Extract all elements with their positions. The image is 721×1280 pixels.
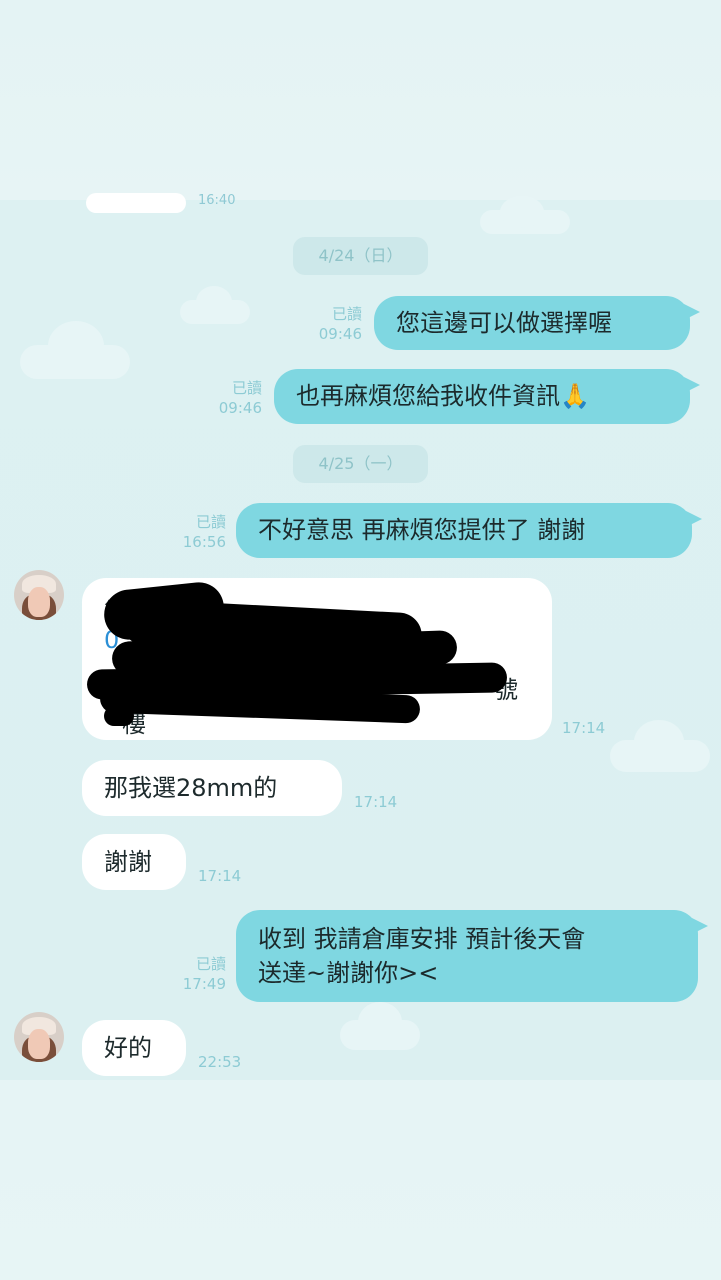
read-receipt: 已讀: [231, 379, 262, 397]
partial-message-bubble[interactable]: [86, 193, 186, 213]
background-cloud: [20, 321, 130, 379]
incoming-message[interactable]: 謝謝: [82, 834, 186, 890]
message-time: 17:14: [198, 867, 242, 885]
message-time: 17:14: [562, 719, 606, 737]
message-text: 那我選28mm的: [104, 774, 278, 802]
incoming-message[interactable]: 那我選28mm的: [82, 760, 342, 816]
bubble-tail: [684, 304, 700, 320]
bubble-tail: [684, 377, 700, 393]
date-separator: 4/24（日）: [293, 237, 428, 275]
read-receipt: 已讀: [195, 955, 226, 973]
message-time: 22:53: [198, 1053, 242, 1071]
background-cloud: [340, 1002, 420, 1050]
message-meta: 已讀 09:46: [300, 304, 362, 344]
message-text-line-2: 送達~謝謝你><: [258, 959, 439, 987]
message-text-line-1: 收到 我請倉庫安排 預計後天會: [258, 925, 586, 953]
message-text: 您這邊可以做選擇喔: [396, 309, 612, 337]
outgoing-message[interactable]: 也再麻煩您給我收件資訊🙏: [274, 369, 700, 424]
contact-avatar[interactable]: [14, 570, 64, 620]
partial-message-time: 16:40: [198, 193, 236, 208]
redaction-mark: [104, 706, 134, 726]
incoming-message[interactable]: 好的: [82, 1020, 186, 1076]
pray-emoji-icon: 🙏: [560, 382, 590, 410]
message-meta: 已讀 17:49: [164, 954, 226, 994]
chat-screen: 16:40 4/24（日） 已讀 09:46 您這邊可以做選擇喔 已讀 09:4…: [0, 0, 721, 1280]
message-meta: 已讀 16:56: [164, 512, 226, 552]
message-time: 17:14: [354, 793, 398, 811]
message-text: 不好意思 再麻煩您提供了 謝謝: [258, 516, 586, 544]
read-receipt: 已讀: [195, 513, 226, 531]
contact-avatar[interactable]: [14, 1012, 64, 1062]
message-text: 好的: [104, 1034, 152, 1062]
read-receipt: 已讀: [331, 305, 362, 323]
background-cloud: [610, 720, 710, 772]
outgoing-message[interactable]: 您這邊可以做選擇喔: [374, 296, 700, 350]
message-text: 也再麻煩您給我收件資訊: [296, 382, 560, 410]
incoming-address-card[interactable]: 籃 0 號 樓: [82, 578, 552, 740]
message-meta: 已讀 09:46: [200, 378, 262, 418]
outgoing-message[interactable]: 收到 我請倉庫安排 預計後天會 送達~謝謝你><: [236, 910, 708, 1002]
message-time: 09:46: [218, 399, 262, 417]
outgoing-message[interactable]: 不好意思 再麻煩您提供了 謝謝: [236, 503, 702, 558]
background-cloud: [480, 196, 570, 234]
message-time: 16:56: [182, 533, 226, 551]
bubble-tail: [692, 918, 708, 934]
background-cloud: [180, 286, 250, 324]
bubble-tail: [686, 511, 702, 527]
message-time: 17:49: [182, 975, 226, 993]
date-separator: 4/25（一）: [293, 445, 428, 483]
message-text: 謝謝: [104, 848, 152, 876]
message-time: 09:46: [318, 325, 362, 343]
